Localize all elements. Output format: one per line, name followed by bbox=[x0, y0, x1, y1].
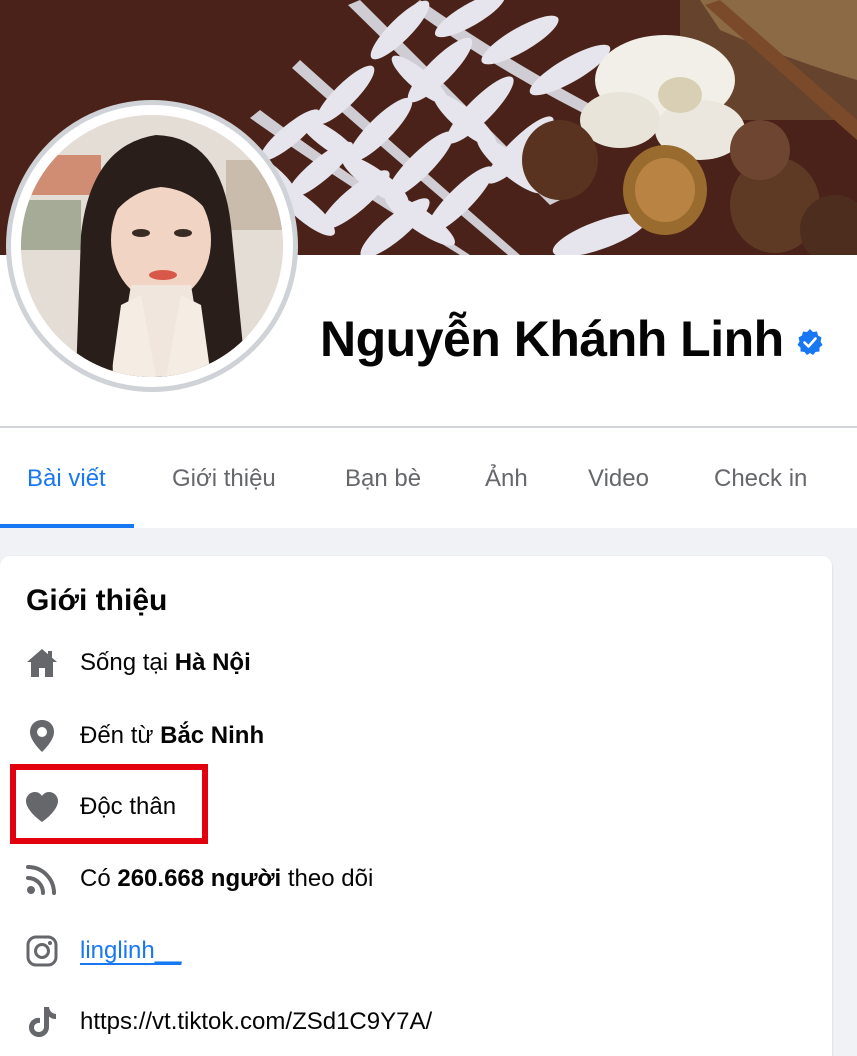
intro-tiktok: https://vt.tiktok.com/ZSd1C9Y7A/ bbox=[24, 1002, 432, 1042]
rss-feed-icon bbox=[24, 861, 60, 897]
followers-prefix: Có bbox=[80, 865, 118, 892]
tiktok-link[interactable]: https://vt.tiktok.com/ZSd1C9Y7A/ bbox=[80, 1008, 432, 1036]
header-divider bbox=[0, 426, 857, 428]
avatar-photo bbox=[21, 115, 283, 377]
tab-friends[interactable]: Bạn bè bbox=[345, 450, 421, 528]
intro-instagram: linglinh__ bbox=[24, 931, 181, 971]
from-city[interactable]: Bắc Ninh bbox=[160, 722, 264, 749]
highlight-box bbox=[10, 764, 208, 844]
profile-tabs: Bài viết Giới thiệu Bạn bè Ảnh Video Che… bbox=[0, 450, 857, 528]
from-prefix: Đến từ bbox=[80, 722, 161, 749]
profile-name: Nguyễn Khánh Linh bbox=[320, 311, 784, 367]
instagram-icon bbox=[24, 933, 60, 969]
intro-followers: Có 260.668 người theo dõi bbox=[24, 859, 373, 899]
instagram-link[interactable]: linglinh__ bbox=[80, 937, 181, 965]
verified-badge-icon bbox=[797, 329, 823, 355]
tab-videos[interactable]: Video bbox=[588, 450, 649, 528]
tab-about[interactable]: Giới thiệu bbox=[172, 450, 276, 528]
from-text: Đến từ Bắc Ninh bbox=[80, 722, 264, 750]
profile-avatar[interactable] bbox=[6, 100, 298, 392]
tab-posts[interactable]: Bài viết bbox=[0, 450, 134, 528]
location-pin-icon bbox=[24, 718, 60, 754]
intro-title: Giới thiệu bbox=[26, 584, 168, 617]
followers-text: Có 260.668 người theo dõi bbox=[80, 865, 373, 893]
profile-name-row: Nguyễn Khánh Linh bbox=[320, 310, 824, 368]
tiktok-icon bbox=[24, 1004, 60, 1040]
home-icon bbox=[24, 645, 60, 681]
followers-count[interactable]: 260.668 người bbox=[117, 865, 281, 892]
tab-checkins[interactable]: Check in bbox=[714, 450, 807, 528]
intro-card: Giới thiệu Sống tại Hà Nội Đến từ Bắc Ni… bbox=[0, 556, 832, 1056]
tab-photos[interactable]: Ảnh bbox=[485, 450, 528, 528]
intro-lives-in: Sống tại Hà Nội bbox=[24, 643, 251, 683]
intro-from: Đến từ Bắc Ninh bbox=[24, 716, 264, 756]
followers-suffix: theo dõi bbox=[281, 865, 374, 892]
lives-in-prefix: Sống tại bbox=[80, 649, 175, 676]
lives-in-city[interactable]: Hà Nội bbox=[175, 649, 251, 676]
lives-in-text: Sống tại Hà Nội bbox=[80, 649, 251, 677]
